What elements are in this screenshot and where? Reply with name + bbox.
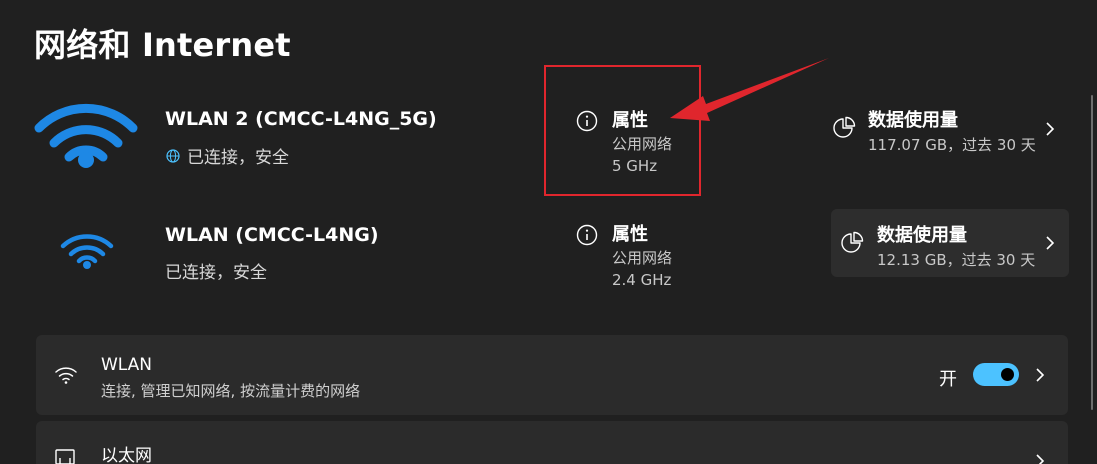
wifi-large-icon [34,103,138,168]
frequency-band: 2.4 GHz [612,271,672,289]
scrollbar[interactable] [1091,95,1093,410]
properties-button[interactable]: 属性 公用网络 2.4 GHz [576,220,696,292]
chevron-right-icon [1036,454,1045,464]
pie-chart-icon [841,231,864,253]
network-name: WLAN 2 (CMCC-L4NG_5G) [165,108,437,130]
ethernet-settings-card[interactable]: 以太网 [36,421,1068,464]
annotation-highlight-box [544,65,701,196]
toggle-knob [1001,368,1014,381]
network-type: 公用网络 [612,249,673,267]
network-status-text: 已连接，安全 [187,148,289,168]
globe-icon [166,148,180,163]
ethernet-title: 以太网 [101,446,152,464]
data-usage-detail: 117.07 GB，过去 30 天 [868,136,1036,154]
network-status: 已连接，安全 [166,143,289,168]
wlan-toggle-label: 开 [939,369,957,390]
wlan-title: WLAN [101,355,153,375]
wlan-settings-card[interactable]: WLAN 连接, 管理已知网络, 按流量计费的网络 开 [36,335,1068,415]
chevron-right-icon [1046,236,1055,250]
network-internet-page: 网络和 Internet WLAN 2 (CMCC-L4NG_5G) 已连接，安… [0,0,1097,464]
pie-chart-icon [833,116,856,138]
network-status-text: 已连接，安全 [165,263,267,283]
properties-label: 属性 [612,224,648,245]
data-usage-button[interactable]: 数据使用量 117.07 GB，过去 30 天 [830,100,1068,166]
data-usage-label: 数据使用量 [868,110,958,131]
network-name: WLAN (CMCC-L4NG) [165,224,379,246]
data-usage-detail: 12.13 GB，过去 30 天 [877,251,1036,269]
wlan-toggle[interactable] [973,363,1019,386]
info-icon [576,224,598,246]
wifi-icon [55,367,77,384]
chevron-right-icon [1036,368,1045,382]
chevron-right-icon [1046,122,1055,136]
data-usage-button[interactable]: 数据使用量 12.13 GB，过去 30 天 [831,209,1069,277]
wlan-subtitle: 连接, 管理已知网络, 按流量计费的网络 [101,382,361,400]
data-usage-label: 数据使用量 [877,225,967,246]
wifi-small-icon [60,234,114,269]
ethernet-icon [55,449,75,464]
page-title: 网络和 Internet [34,26,291,64]
